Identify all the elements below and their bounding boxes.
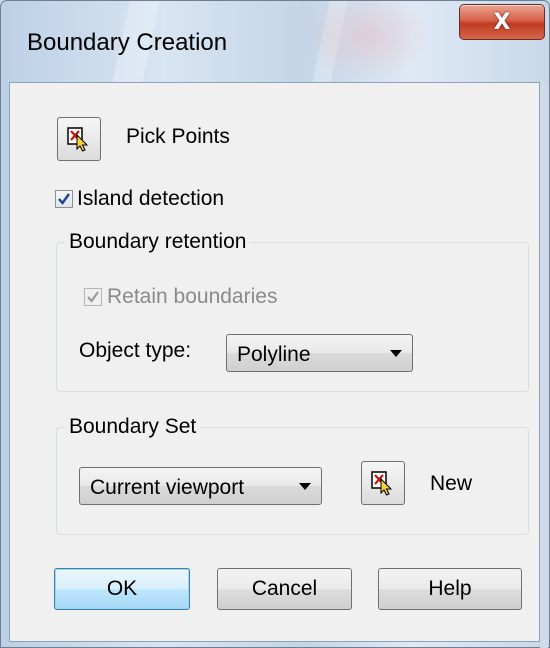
object-type-value: Polyline [237, 343, 311, 366]
dialog-body: Pick Points Island detection Boundary re… [9, 82, 540, 642]
chevron-down-icon [299, 483, 311, 490]
help-button[interactable]: Help [378, 568, 522, 610]
new-label: New [430, 472, 473, 495]
pick-points-button[interactable] [57, 117, 101, 161]
island-detection-checkbox[interactable] [55, 190, 73, 208]
boundary-set-value: Current viewport [90, 476, 245, 499]
pick-points-icon [67, 127, 89, 152]
boundary-set-select[interactable]: Current viewport [79, 467, 322, 505]
window-title: Boundary Creation [27, 29, 228, 56]
object-type-select[interactable]: Polyline [226, 334, 413, 372]
checkmark-icon [87, 291, 99, 303]
window-border [540, 82, 548, 648]
close-icon: X [493, 9, 511, 35]
ok-button[interactable]: OK [54, 568, 190, 610]
object-type-label: Object type: [79, 339, 192, 362]
island-detection-label[interactable]: Island detection [77, 187, 224, 211]
pick-points-icon [371, 471, 393, 496]
boundary-set-legend: Boundary Set [69, 415, 197, 438]
retain-boundaries-label: Retain boundaries [107, 285, 278, 308]
chevron-down-icon [390, 350, 402, 357]
pick-points-label: Pick Points [126, 125, 230, 148]
new-boundary-set-button[interactable] [361, 461, 405, 505]
title-bar[interactable]: Boundary Creation X [1, 1, 549, 83]
cancel-button[interactable]: Cancel [217, 568, 352, 610]
checkmark-icon [58, 193, 70, 205]
retain-boundaries-checkbox [84, 288, 102, 306]
close-button[interactable]: X [459, 4, 545, 40]
boundary-retention-legend: Boundary retention [69, 230, 247, 253]
